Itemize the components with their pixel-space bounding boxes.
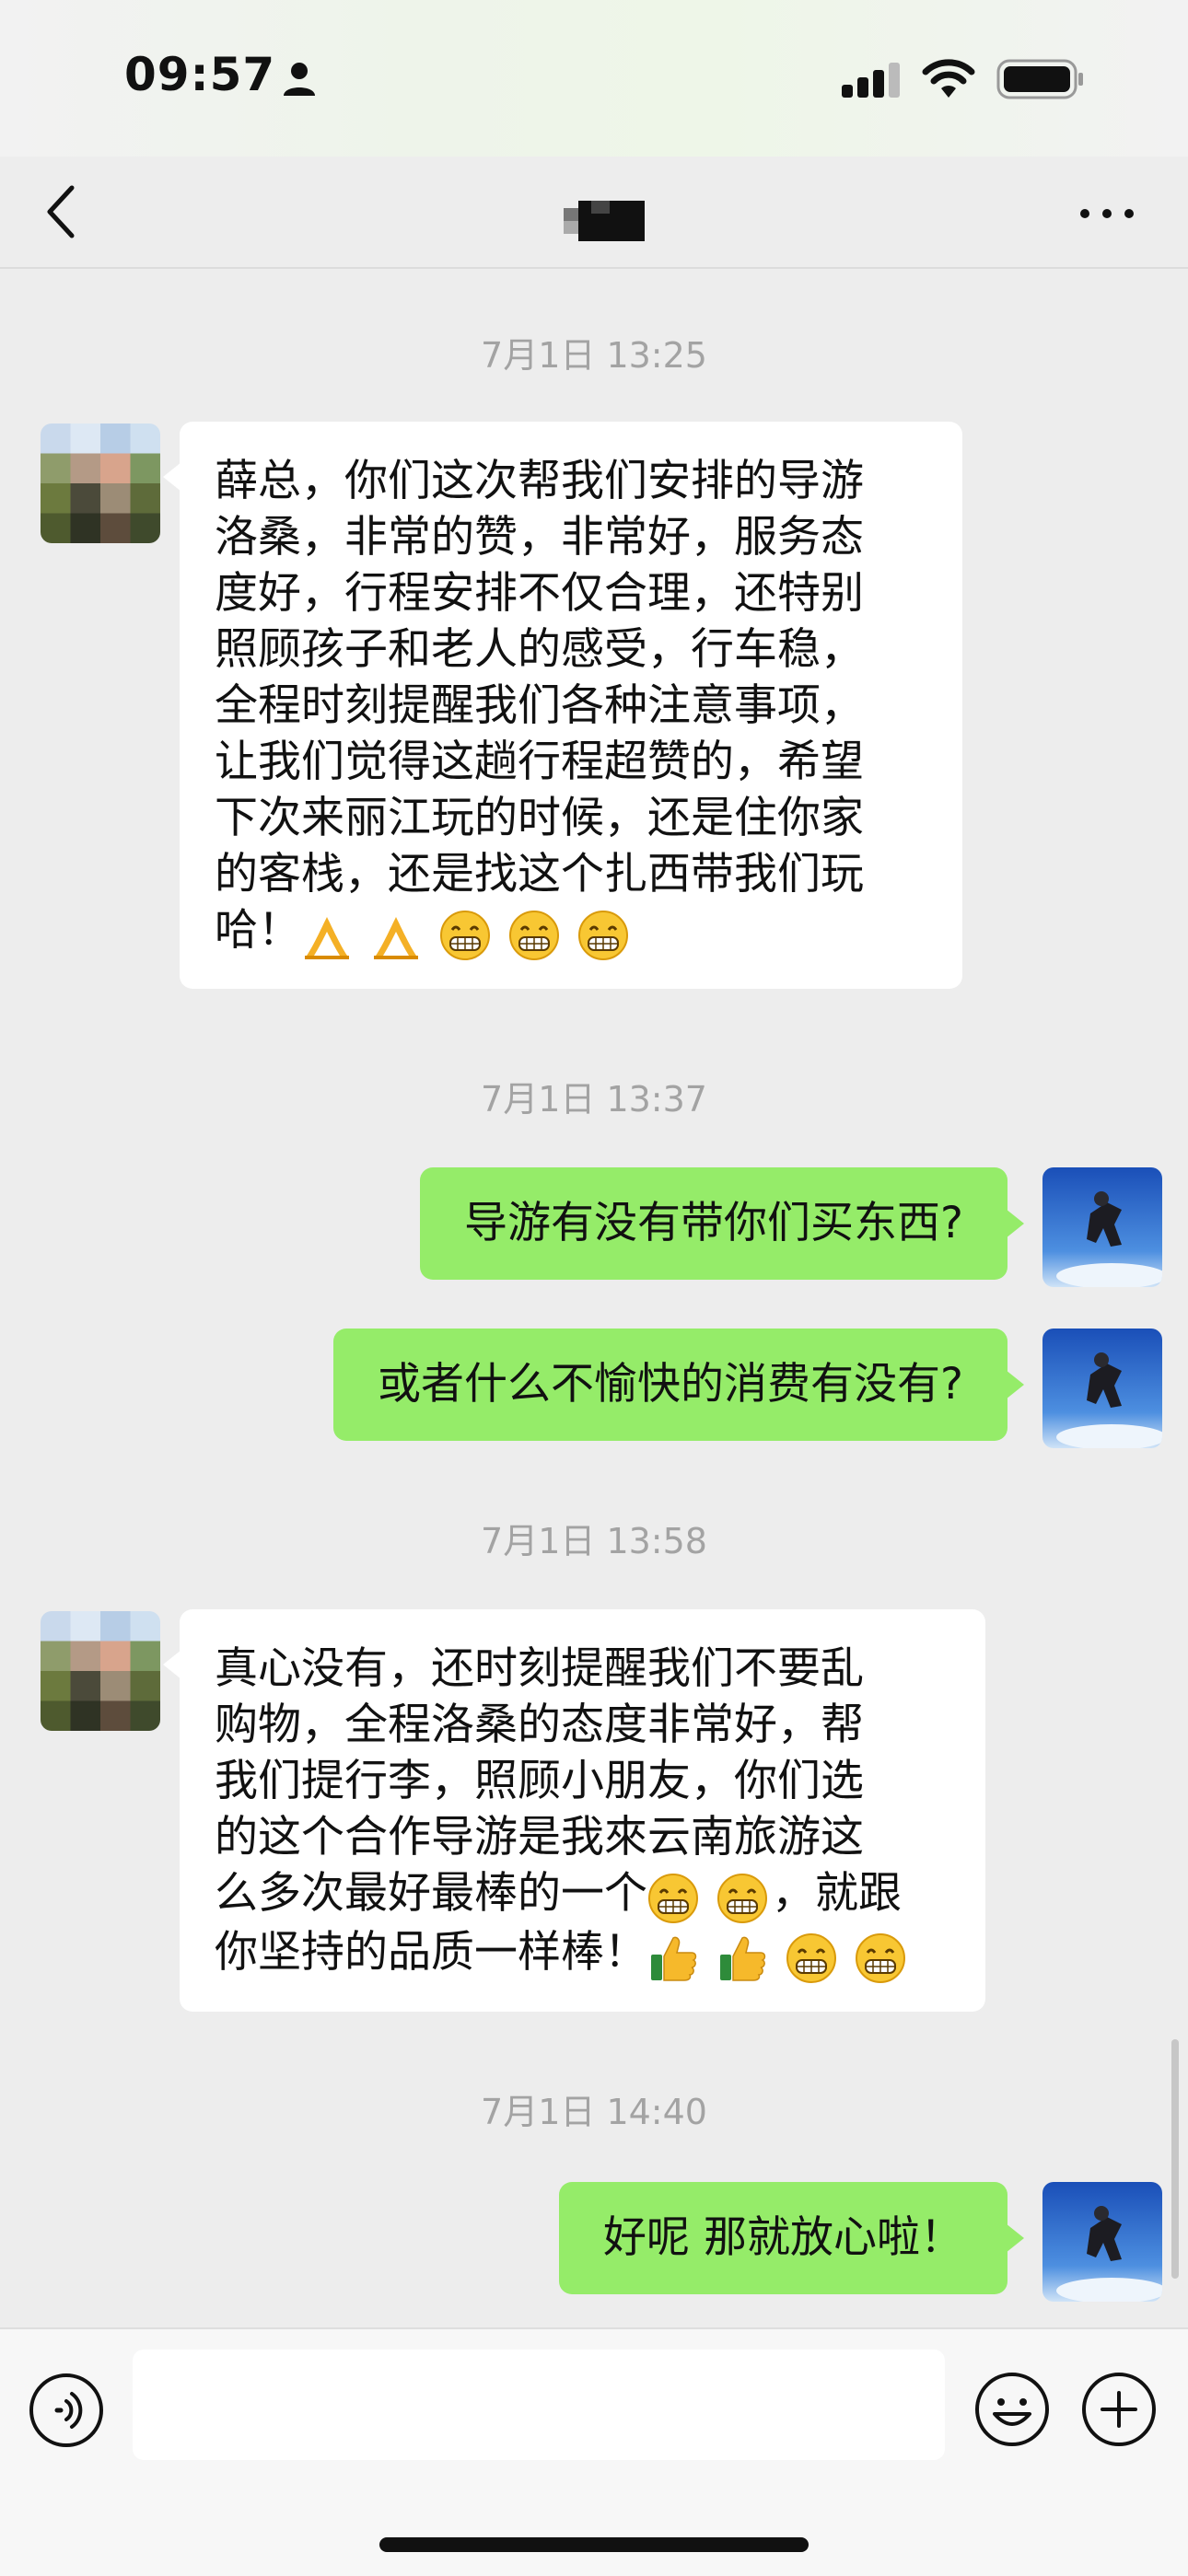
my-avatar[interactable] [1042,1167,1162,1287]
message-inline-suffix: ，就跟 [771,1868,902,1919]
message-timestamp: 7月1日 13:58 [481,1521,707,1561]
chat-title-redacted [564,201,645,241]
message-line-with-emoji: 哈！ [215,902,931,961]
message-line: 的客栈，还是找这个扎西带我们玩 [215,849,864,899]
message-line-with-emoji: 你坚持的品质一样棒！ [215,1924,954,1983]
message-line: 哈！ [215,905,301,956]
incoming-message-bubble[interactable]: 真心没有，还时刻提醒我们不要乱 购物，全程洛桑的态度非常好，帮 我们提行李，照顾… [163,1609,985,2012]
message-line: 下次来丽江玩的时候，还是住你家 [215,793,864,843]
message-timestamp: 7月1日 13:25 [481,335,707,376]
grin-emoji [855,1932,905,1983]
pray-emoji [305,917,349,960]
outgoing-message-bubble[interactable]: 或者什么不愉快的消费有没有? [333,1329,1024,1441]
message-line: 的这个合作导游是我來云南旅游这 [215,1812,864,1862]
grin-emoji [716,1874,767,1924]
message-line: 你坚持的品质一样棒！ [215,1927,647,1978]
grin-emoji [508,911,559,961]
message-input[interactable] [133,2350,945,2460]
emoji-row [647,1927,910,1984]
message-line: 度好，行程安排不仅合理，还特别 [215,568,864,619]
incoming-message-bubble[interactable]: 薛总，你们这次帮我们安排的导游 洛桑，非常的赞，非常好，服务态 度好，行程安排不… [163,422,962,990]
message-line: 我们提行李，照顾小朋友，你们选 [215,1756,864,1806]
person-icon [284,63,315,96]
thumbs-up-emoji [719,1936,766,1981]
cellular-signal-icon [842,63,900,98]
battery-icon [996,59,1083,99]
emoji-row [647,1868,772,1925]
grin-emoji [648,1874,698,1924]
message-line: 购物，全程洛桑的态度非常好，帮 [215,1700,864,1750]
message-timestamp: 7月1日 13:37 [481,1079,707,1120]
message-line: 么多次最好最棒的一个 [215,1868,647,1919]
chat-header [0,157,1188,269]
message-line: 让我们觉得这趟行程超赞的，希望 [215,737,864,787]
message-line: 真心没有，还时刻提醒我们不要乱 [215,1643,864,1694]
message-line: 照顾孩子和老人的感受，行车稳， [215,624,864,675]
voice-input-icon[interactable] [28,2372,105,2449]
message-line: 全程时刻提醒我们各种注意事项， [215,680,864,731]
grin-emoji [577,911,628,961]
message-timestamp: 7月1日 14:40 [481,2092,707,2132]
my-avatar[interactable] [1042,1329,1162,1448]
contact-avatar-pixelated[interactable] [41,424,160,543]
contact-avatar-pixelated[interactable] [41,1611,160,1731]
outgoing-message-bubble[interactable]: 导游有没有带你们买东西? [420,1167,1024,1280]
pray-emoji [373,917,418,960]
grin-emoji [786,1932,836,1983]
status-bar: 09:57 [0,0,1188,157]
wifi-icon [922,59,975,98]
emoji-picker-icon[interactable] [973,2370,1052,2449]
scrollbar-thumb[interactable] [1171,2039,1179,2279]
thumbs-up-emoji [651,1936,697,1981]
grin-emoji [439,911,490,961]
outgoing-message-bubble[interactable]: 好呢 那就放心啦！ [559,2182,1024,2294]
message-line: 洛桑，非常的赞，非常好，服务态 [215,512,864,563]
my-avatar[interactable] [1042,2182,1162,2302]
more-actions-plus-icon[interactable] [1079,2370,1159,2449]
back-chevron-icon[interactable] [41,182,81,241]
status-time: 09:57 [124,48,276,101]
home-indicator[interactable] [379,2537,809,2552]
emoji-row [301,905,633,962]
more-options-icon[interactable] [1077,203,1136,225]
message-line-with-emoji: 么多次最好最棒的一个 ，就跟 [215,1865,954,1924]
message-line: 薛总，你们这次帮我们安排的导游 [215,456,864,506]
